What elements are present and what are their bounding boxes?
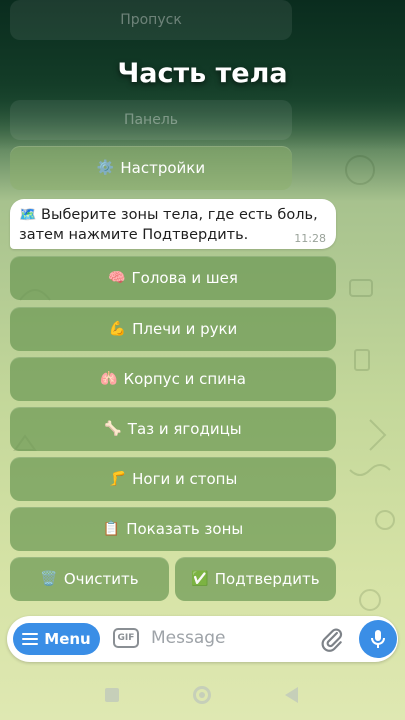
paperclip-icon[interactable] (319, 626, 345, 652)
menu-button[interactable]: Menu (13, 623, 100, 655)
home-icon[interactable] (193, 686, 211, 704)
settings-button[interactable]: ⚙️ Настройки (10, 146, 292, 190)
system-nav-bar (0, 664, 405, 720)
check-icon: ✅ (191, 571, 209, 587)
ghost-button-bottom: Панель (10, 100, 292, 140)
keyboard-button-shoulders-arms[interactable]: 💪 Плечи и руки (10, 307, 336, 351)
ghost-button-top: Пропуск (10, 0, 292, 40)
back-icon[interactable] (285, 687, 298, 703)
keyboard-button-show-zones[interactable]: 📋 Показать зоны (10, 507, 336, 551)
bone-icon: 🦴 (104, 421, 122, 437)
gear-icon: ⚙️ (96, 160, 115, 176)
message-time: 11:28 (294, 232, 326, 245)
confirm-button[interactable]: ✅ Подтвердить (175, 557, 336, 601)
message-composer: Menu GIF Message (7, 616, 398, 662)
clipboard-icon: 📋 (102, 521, 121, 537)
trash-icon: 🗑️ (40, 571, 58, 587)
leg-icon: 🦵 (108, 471, 127, 487)
gif-button[interactable]: GIF (113, 628, 139, 648)
keyboard-button-pelvis-glutes[interactable]: 🦴 Таз и ягодицы (10, 407, 336, 451)
menu-button-label: Menu (44, 630, 91, 648)
brain-icon: 🧠 (108, 270, 126, 286)
microphone-icon (371, 630, 385, 648)
keyboard-button-torso-back[interactable]: 🫁 Корпус и спина (10, 357, 336, 401)
hamburger-icon (22, 633, 39, 645)
page-title: Часть тела (117, 58, 288, 89)
keyboard-button-legs-feet[interactable]: 🦵 Ноги и стопы (10, 457, 336, 501)
flexed-arm-icon: 💪 (108, 321, 127, 337)
message-input[interactable]: Message (151, 628, 226, 648)
mic-button[interactable] (359, 620, 397, 658)
settings-button-label: Настройки (120, 159, 206, 177)
map-icon: 🗺️ (19, 207, 37, 223)
recents-icon[interactable] (105, 688, 119, 702)
keyboard-button-head-neck[interactable]: 🧠 Голова и шея (10, 256, 336, 300)
message-text: 🗺️ Выберите зоны тела, где есть боль, за… (19, 207, 318, 243)
lungs-icon: 🫁 (100, 371, 118, 387)
clear-button[interactable]: 🗑️ Очистить (10, 557, 169, 601)
message-bubble: 🗺️ Выберите зоны тела, где есть боль, за… (10, 199, 336, 249)
